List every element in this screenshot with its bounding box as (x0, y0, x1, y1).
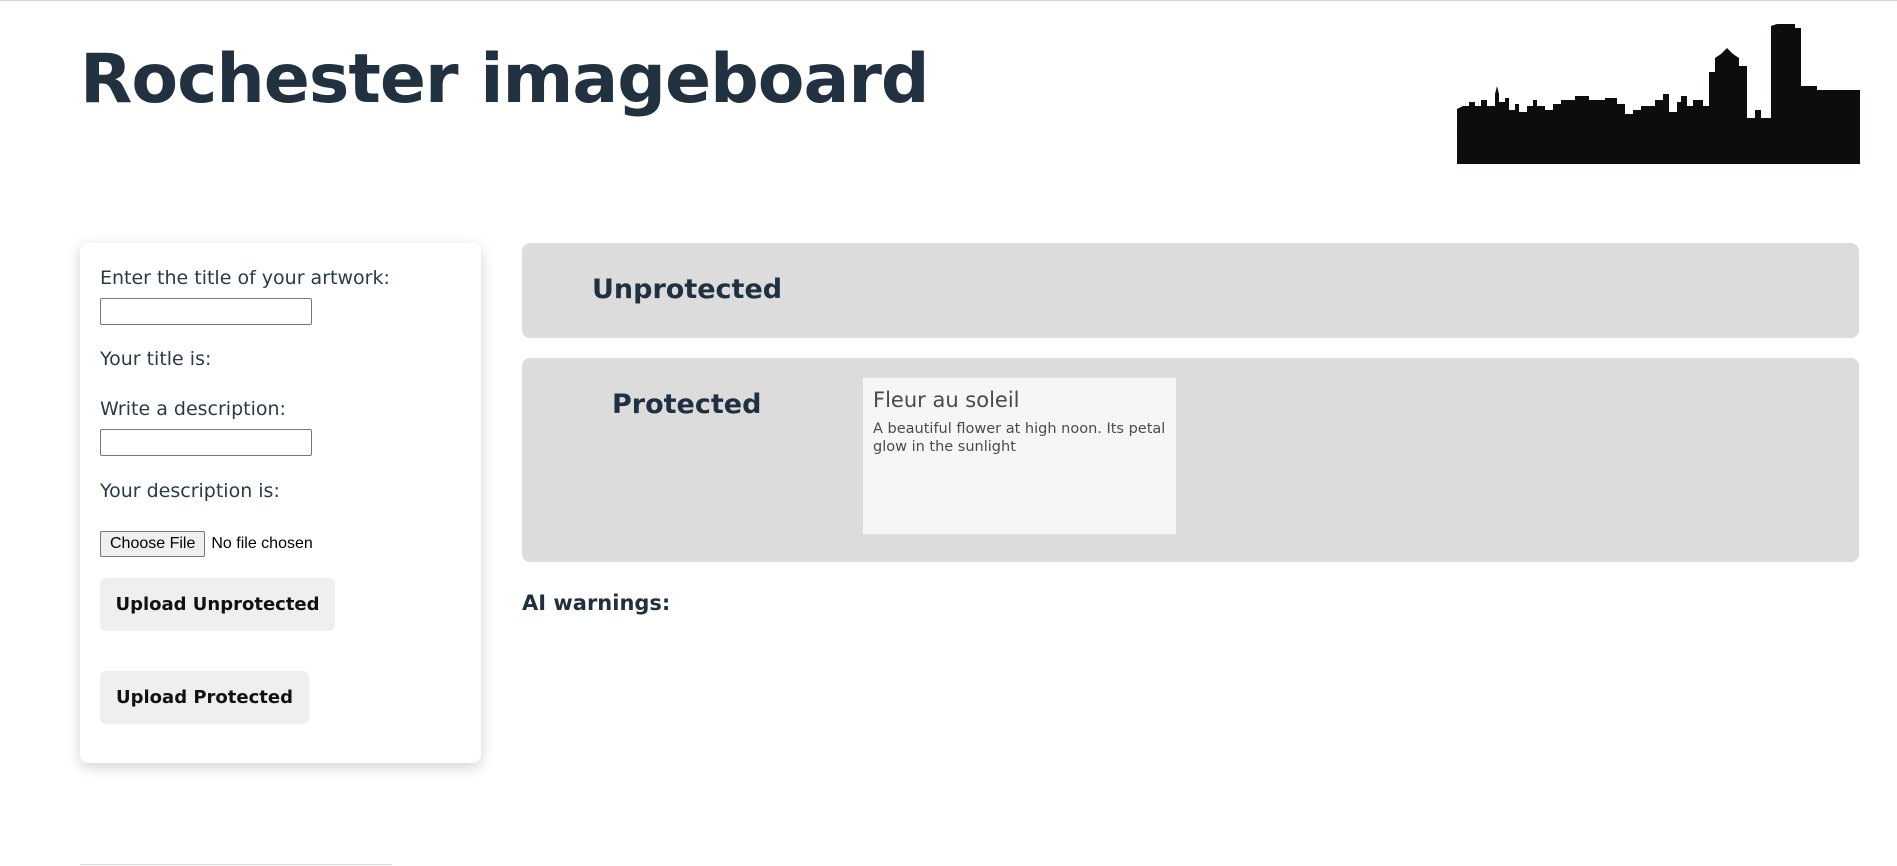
site-title: Rochester imageboard (80, 40, 930, 119)
file-picker: Choose File No file chosen (100, 531, 313, 557)
upload-protected-button[interactable]: Upload Protected (100, 671, 309, 724)
rochester-skyline-logo (1457, 24, 1860, 164)
description-input[interactable] (100, 429, 312, 456)
unprotected-title: Unprotected (592, 274, 783, 305)
choose-file-button[interactable]: Choose File (100, 531, 206, 557)
upload-form-card: Enter the title of your artwork: Your ti… (80, 243, 481, 763)
top-divider (0, 0, 1897, 1)
title-label: Enter the title of your artwork: (100, 267, 390, 289)
file-status: No file chosen (211, 535, 313, 552)
title-echo: Your title is: (100, 348, 212, 370)
artwork-title: Fleur au soleil (873, 388, 1020, 412)
artwork-description: A beautiful flower at high noon. Its pet… (873, 421, 1166, 455)
upload-unprotected-button[interactable]: Upload Unprotected (100, 578, 335, 631)
unprotected-panel: Unprotected (522, 243, 1859, 338)
ai-warnings-heading: AI warnings: (522, 591, 671, 615)
description-echo: Your description is: (100, 480, 280, 502)
bottom-divider (80, 864, 392, 865)
protected-panel: Protected Fleur au soleil A beautiful fl… (522, 358, 1859, 562)
title-input[interactable] (100, 298, 312, 325)
protected-title: Protected (612, 389, 762, 420)
description-label: Write a description: (100, 398, 286, 420)
artwork-card[interactable]: Fleur au soleil A beautiful flower at hi… (863, 378, 1176, 534)
